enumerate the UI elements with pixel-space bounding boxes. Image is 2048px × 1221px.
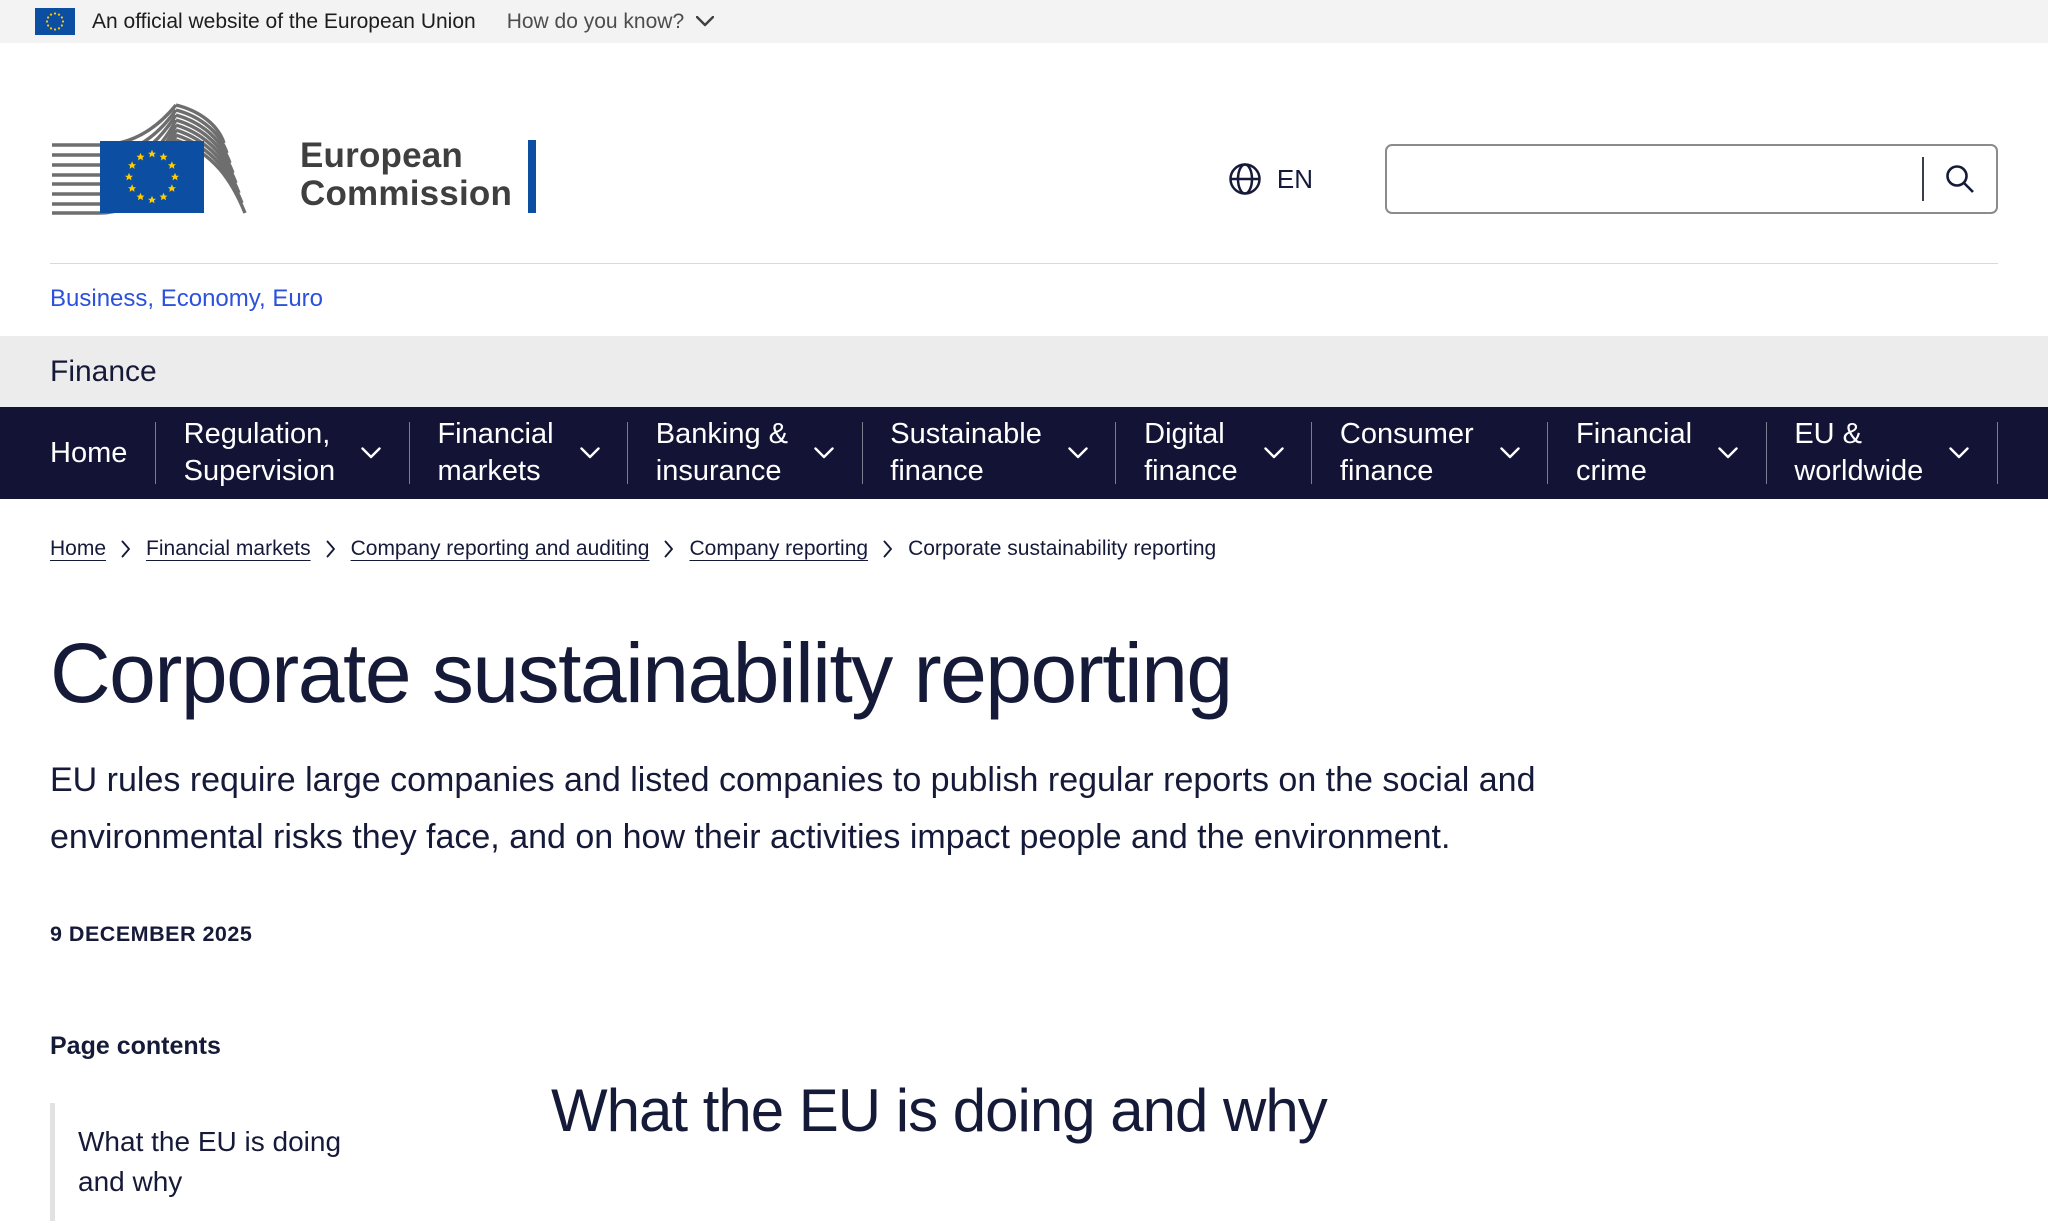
chevron-right-icon: [121, 540, 131, 558]
page-contents-item-0[interactable]: What the EU is doing and why: [50, 1103, 395, 1221]
chevron-right-icon: [664, 540, 674, 558]
nav-item-label: Financial markets: [437, 416, 553, 490]
nav-item-financial-crime[interactable]: Financial crime: [1576, 416, 1738, 490]
chevron-right-icon: [883, 540, 893, 558]
chevron-down-icon: [696, 16, 714, 27]
page-contents: Page contents What the EU is doing and w…: [50, 1032, 510, 1221]
page-intro: EU rules require large companies and lis…: [50, 752, 1750, 866]
nav-item-label: Financial crime: [1576, 416, 1692, 490]
nav-item-label: Banking & insurance: [656, 416, 788, 490]
nav-item-label: EU & worldwide: [1794, 416, 1923, 490]
language-code: EN: [1277, 164, 1313, 195]
chevron-down-icon: [580, 447, 600, 459]
chevron-down-icon: [1949, 447, 1969, 459]
nav-item-label: Sustainable finance: [890, 416, 1042, 490]
nav-divider: [155, 422, 156, 484]
main-navigation: Home Regulation, Supervision Financial mar…: [0, 407, 2048, 499]
commission-logo-wordmark: European Commission: [300, 137, 512, 213]
chevron-right-icon: [326, 540, 336, 558]
nav-divider: [409, 422, 410, 484]
page-contents-list: What the EU is doing and why: [50, 1103, 510, 1221]
chevron-down-icon: [361, 447, 381, 459]
search-icon: [1944, 163, 1976, 195]
breadcrumb: Home Financial markets Company reporting a…: [50, 537, 1998, 561]
nav-divider: [1997, 422, 1998, 484]
site-section-title: Finance: [50, 355, 157, 389]
logo-line-2: Commission: [300, 175, 512, 213]
chevron-down-icon: [1500, 447, 1520, 459]
commission-logo-graphic: [50, 97, 270, 215]
page-title: Corporate sustainability reporting: [50, 625, 1998, 722]
search-divider: [1922, 157, 1924, 201]
nav-item-label: Consumer finance: [1340, 416, 1474, 490]
nav-divider: [627, 422, 628, 484]
chevron-down-icon: [1718, 447, 1738, 459]
nav-item-label: Home: [50, 435, 127, 472]
globe-icon: [1227, 161, 1263, 197]
how-do-you-know-label: How do you know?: [507, 10, 684, 34]
european-commission-logo[interactable]: European Commission: [50, 97, 536, 215]
breadcrumb-link-3[interactable]: Company reporting: [689, 537, 868, 561]
official-top-bar: An official website of the European Unio…: [0, 0, 2048, 43]
page-contents-title: Page contents: [50, 1032, 510, 1061]
eu-flag-icon: [35, 8, 75, 35]
breadcrumb-link-1[interactable]: Financial markets: [146, 537, 311, 561]
nav-item-banking-insurance[interactable]: Banking & insurance: [656, 416, 834, 490]
chevron-down-icon: [1264, 447, 1284, 459]
content-row: Page contents What the EU is doing and w…: [50, 1032, 1998, 1221]
nav-divider: [1547, 422, 1548, 484]
search-box: [1385, 144, 1998, 214]
search-button[interactable]: [1940, 159, 1980, 199]
how-do-you-know-link[interactable]: How do you know?: [507, 10, 714, 34]
site-theme-row: Business, Economy, Euro: [0, 264, 2048, 336]
site-header: European Commission EN: [0, 43, 2048, 263]
logo-line-1: European: [300, 137, 512, 175]
chevron-down-icon: [814, 447, 834, 459]
nav-divider: [862, 422, 863, 484]
nav-item-home[interactable]: Home: [50, 435, 127, 472]
official-site-text: An official website of the European Unio…: [92, 10, 476, 34]
section-heading: What the EU is doing and why: [551, 1076, 1327, 1145]
nav-item-consumer-finance[interactable]: Consumer finance: [1340, 416, 1520, 490]
header-actions: EN: [1227, 144, 1998, 214]
page-date: 9 DECEMBER 2025: [50, 922, 1998, 947]
nav-item-eu-worldwide[interactable]: EU & worldwide: [1794, 416, 1969, 490]
nav-divider: [1115, 422, 1116, 484]
nav-item-sustainable-finance[interactable]: Sustainable finance: [890, 416, 1088, 490]
main-nav-list: Home Regulation, Supervision Financial mar…: [50, 407, 1998, 499]
breadcrumb-current: Corporate sustainability reporting: [908, 537, 1216, 561]
language-selector[interactable]: EN: [1227, 161, 1313, 197]
breadcrumb-link-2[interactable]: Company reporting and auditing: [351, 537, 650, 561]
logo-blue-bar: [528, 140, 536, 213]
nav-divider: [1311, 422, 1312, 484]
nav-item-label: Regulation, Supervision: [184, 416, 336, 490]
nav-item-financial-markets[interactable]: Financial markets: [437, 416, 599, 490]
breadcrumb-link-0[interactable]: Home: [50, 537, 106, 561]
nav-item-label: Digital finance: [1144, 416, 1238, 490]
nav-divider: [1766, 422, 1767, 484]
search-input[interactable]: [1407, 149, 1922, 209]
chevron-down-icon: [1068, 447, 1088, 459]
nav-item-regulation-supervision[interactable]: Regulation, Supervision: [184, 416, 382, 490]
site-section-band: Finance: [0, 336, 2048, 407]
nav-item-digital-finance[interactable]: Digital finance: [1144, 416, 1284, 490]
theme-link-business-economy-euro[interactable]: Business, Economy, Euro: [50, 285, 323, 312]
